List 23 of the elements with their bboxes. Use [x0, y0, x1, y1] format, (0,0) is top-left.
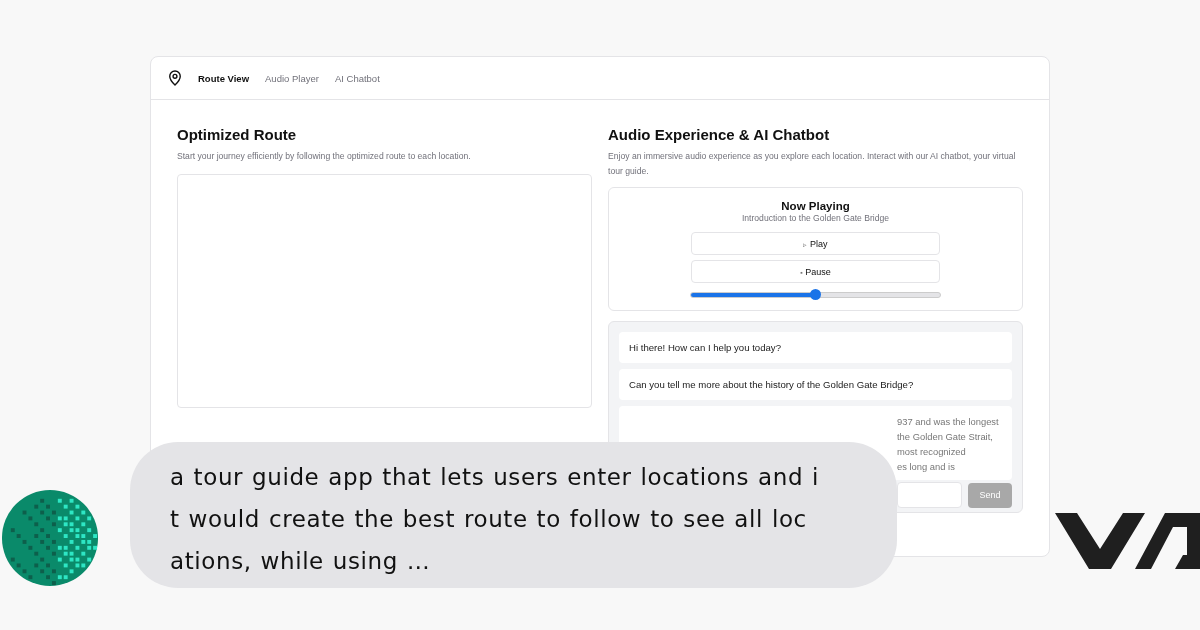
message-text: the Golden Gate Strait, — [897, 430, 994, 444]
map-pin-icon — [168, 70, 182, 86]
track-title: Introduction to the Golden Gate Bridge — [741, 213, 890, 223]
section-description: Enjoy an immersive audio experience as you explore each location. Interact with our AI chatbot, your virtual tour guide. — [608, 150, 1017, 178]
message-text: Can you tell me more about the history of the Golden Gate Bridge? — [629, 379, 915, 390]
message-text: most recognized — [897, 445, 967, 459]
now-playing-heading: Now Playing — [781, 200, 850, 212]
prompt-text: t would create the best route to follow to see all loc — [170, 505, 807, 534]
prompt-text: ations, while using … — [170, 547, 431, 576]
slider-thumb[interactable] — [809, 289, 821, 300]
prompt-text: a tour guide app that lets users enter locations and i — [170, 463, 819, 492]
avatar-icon — [1, 489, 99, 587]
progress-slider[interactable] — [690, 292, 941, 298]
nav-tab[interactable]: Route View — [198, 72, 250, 84]
nav-tab[interactable]: Audio Player — [265, 72, 319, 84]
message-input[interactable] — [897, 482, 962, 508]
section-description: Start your journey efficiently by following the optimized route to each location. — [177, 150, 472, 163]
section-title: Audio Experience & AI Chatbot — [608, 126, 831, 143]
section-title: Optimized Route — [177, 126, 298, 143]
message-text: 937 and was the longest — [897, 415, 1000, 429]
message-text: Hi there! How can I help you today? — [629, 342, 782, 353]
nav-tab[interactable]: AI Chatbot — [334, 72, 380, 84]
message-text: es long and is — [897, 460, 956, 474]
